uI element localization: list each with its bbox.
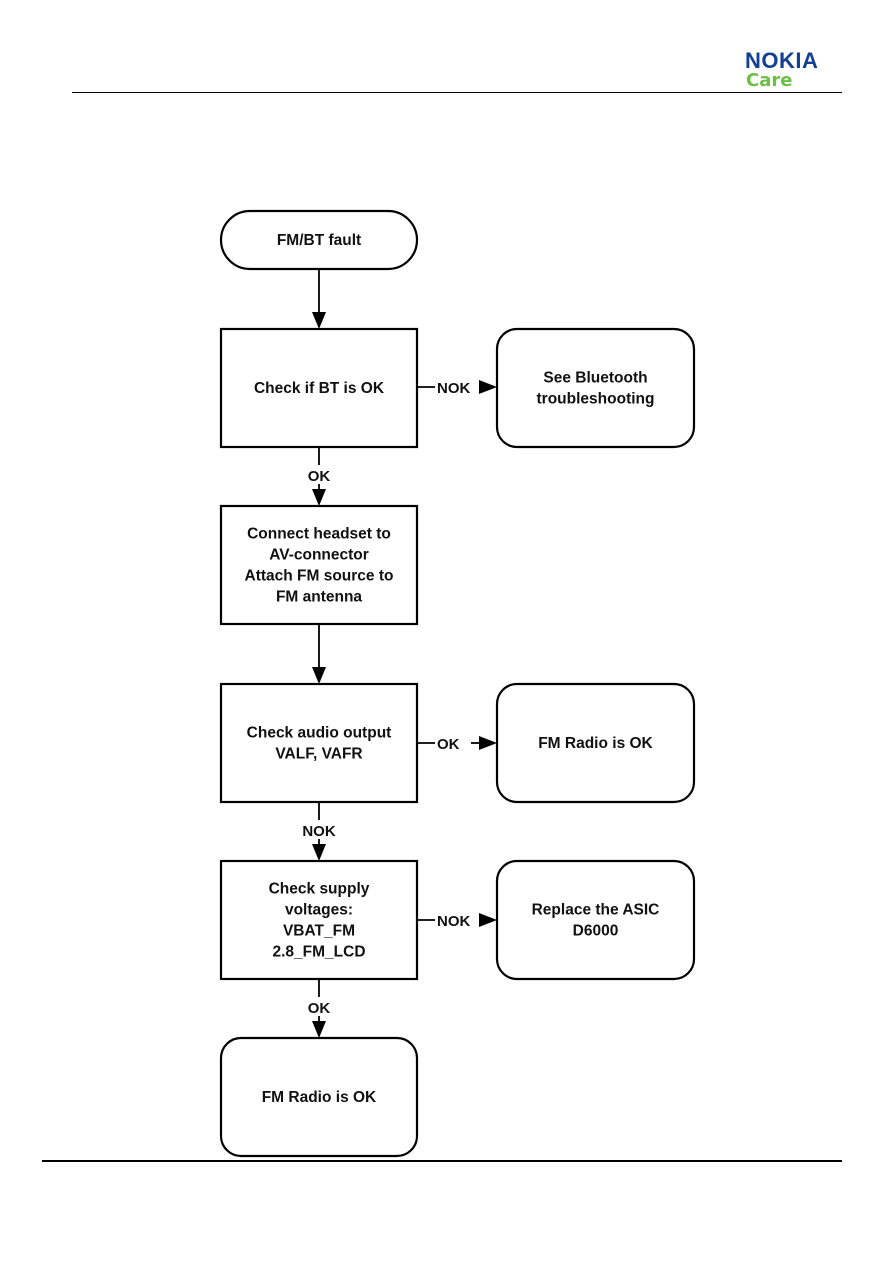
footer-rule xyxy=(42,1160,842,1162)
flow-edge-start-to-check-bt xyxy=(312,269,326,329)
flow-edge-check-audio-to-fm-ok-1: OK xyxy=(417,736,497,753)
flow-node-replace-asic: Replace the ASIC D6000 xyxy=(495,859,696,981)
edge-label: NOK xyxy=(437,913,471,930)
node-text-line: FM Radio is OK xyxy=(538,735,653,752)
node-text-line: Check supply xyxy=(269,881,370,898)
node-text-line: Check audio output xyxy=(247,725,392,742)
edge-label: NOK xyxy=(437,380,471,397)
flow-node-check-audio: Check audio output VALF, VAFR xyxy=(219,682,419,804)
arrowhead-icon xyxy=(312,667,326,684)
node-shape xyxy=(219,682,419,804)
flow-node-bt-trouble: See Bluetooth troubleshooting xyxy=(495,327,696,449)
arrowhead-icon xyxy=(479,913,497,927)
arrowhead-icon xyxy=(312,312,326,329)
arrowhead-icon xyxy=(312,489,326,506)
flow-edge-connect-to-check-audio xyxy=(312,624,326,684)
arrowhead-icon xyxy=(479,736,497,750)
node-text-line: FM/BT fault xyxy=(277,232,361,249)
node-shape xyxy=(219,504,419,626)
flow-node-check-bt: Check if BT is OK xyxy=(219,327,419,449)
edge-label: NOK xyxy=(302,823,336,840)
flow-edge-check-bt-to-connect: OK xyxy=(308,447,331,506)
node-text-line: VBAT_FM xyxy=(283,923,355,940)
edge-label: OK xyxy=(308,468,331,485)
flow-edge-check-supply-to-fm-ok-2: OK xyxy=(308,979,331,1038)
node-text-line: AV-connector xyxy=(269,547,369,564)
node-text-line: Connect headset to xyxy=(247,526,391,543)
node-text-line: Replace the ASIC xyxy=(532,902,660,919)
arrowhead-icon xyxy=(312,1021,326,1038)
node-text-line: FM antenna xyxy=(276,589,362,606)
node-text-line: Check if BT is OK xyxy=(254,380,385,397)
flow-edge-check-bt-to-bt-trouble: NOK xyxy=(417,380,497,397)
flow-edge-check-supply-to-replace-asic: NOK xyxy=(417,913,497,930)
flow-edge-check-audio-to-check-supply: NOK xyxy=(302,802,336,861)
edge-label: OK xyxy=(308,1000,331,1017)
node-text-line: 2.8_FM_LCD xyxy=(272,944,365,961)
flowchart: NOK OK OK NOK NOK OK FM/BT fault Check if BT i… xyxy=(219,209,696,1158)
flow-node-start: FM/BT fault xyxy=(219,209,419,271)
node-text-line: See Bluetooth xyxy=(543,370,647,387)
flow-node-connect: Connect headset to AV-connector Attach FM … xyxy=(219,504,419,626)
flow-node-check-supply: Check supply voltages: VBAT_FM 2.8_FM_LCD xyxy=(219,859,419,981)
node-text-line: VALF, VAFR xyxy=(275,746,362,763)
node-shape xyxy=(219,859,419,981)
node-text-line: troubleshooting xyxy=(537,391,655,408)
flow-node-fm-ok-1: FM Radio is OK xyxy=(495,682,696,804)
node-text-line: Attach FM source to xyxy=(245,568,394,585)
node-shape xyxy=(495,859,696,981)
nodes-layer: FM/BT fault Check if BT is OK See Bluetoot… xyxy=(219,209,696,1158)
arrowhead-icon xyxy=(312,844,326,861)
node-text-line: D6000 xyxy=(573,923,619,940)
node-text-line: FM Radio is OK xyxy=(262,1089,377,1106)
edge-label: OK xyxy=(437,736,460,753)
flow-node-fm-ok-2: FM Radio is OK xyxy=(219,1036,419,1158)
node-text-line: voltages: xyxy=(285,902,353,919)
arrowhead-icon xyxy=(479,380,497,394)
node-shape xyxy=(495,327,696,449)
